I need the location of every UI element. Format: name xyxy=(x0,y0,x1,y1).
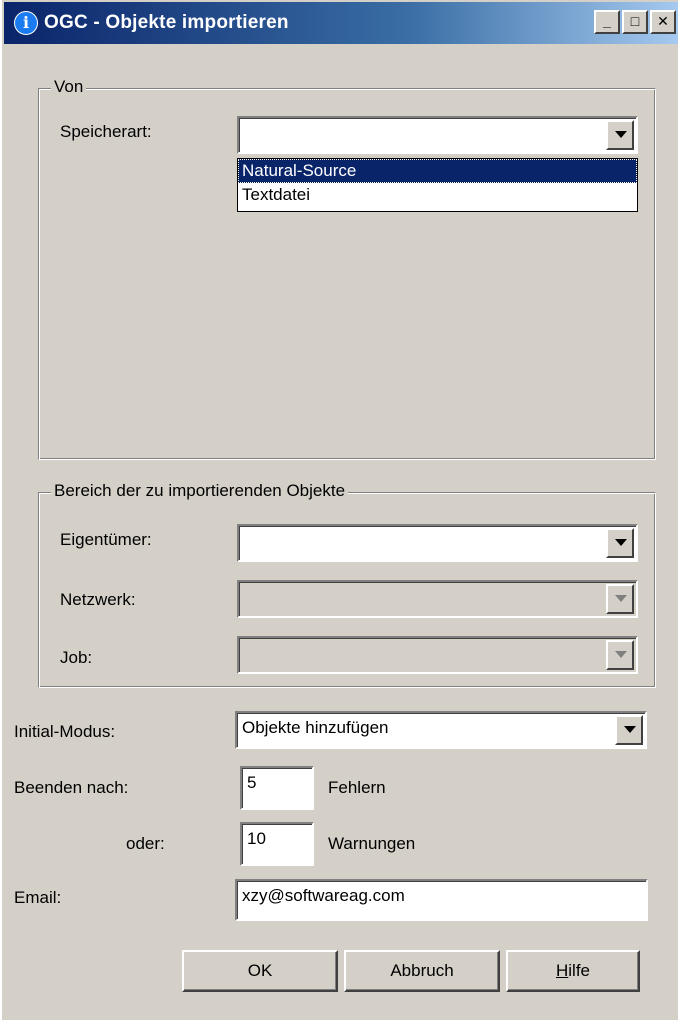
ok-button[interactable]: OK xyxy=(182,950,338,992)
initial-modus-combo[interactable]: Objekte hinzufügen xyxy=(235,711,647,749)
netzwerk-combo xyxy=(237,580,638,618)
bereich-legend: Bereich der zu importierenden Objekte xyxy=(51,481,349,501)
close-button[interactable]: ✕ xyxy=(650,10,676,34)
maximize-button[interactable]: □ xyxy=(622,10,648,34)
speicherart-label: Speicherart: xyxy=(60,122,152,141)
chevron-down-icon xyxy=(624,726,636,733)
warnungen-count-input[interactable]: 10 xyxy=(240,822,314,866)
initial-modus-value: Objekte hinzufügen xyxy=(242,718,389,737)
import-dialog: i OGC - Objekte importieren _ □ ✕ Von Sp… xyxy=(0,0,678,1020)
netzwerk-label: Netzwerk: xyxy=(60,590,136,609)
fehler-label: Fehlern xyxy=(328,778,386,797)
speicherart-dropdown-button[interactable] xyxy=(606,120,634,150)
chevron-down-icon xyxy=(615,131,627,138)
abbruch-button[interactable]: Abbruch xyxy=(344,950,500,992)
email-field[interactable]: xzy@softwareag.com xyxy=(235,879,648,921)
info-icon: i xyxy=(14,11,38,35)
window-title: OGC - Objekte importieren xyxy=(44,12,289,33)
initial-modus-dropdown-button[interactable] xyxy=(615,715,643,745)
initial-modus-label: Initial-Modus: xyxy=(14,722,116,741)
beenden-label: Beenden nach: xyxy=(14,778,129,797)
chevron-down-icon xyxy=(615,539,627,546)
eigentuemer-dropdown-button[interactable] xyxy=(606,528,634,558)
hilfe-mnemonic: H xyxy=(555,961,569,980)
fehler-count-input[interactable]: 5 xyxy=(240,766,314,810)
title-bar[interactable]: i OGC - Objekte importieren _ □ ✕ xyxy=(4,2,678,44)
speicherart-combo[interactable] xyxy=(237,116,638,154)
chevron-down-icon xyxy=(615,595,627,602)
job-dropdown-button xyxy=(606,640,634,670)
netzwerk-dropdown-button xyxy=(606,584,634,614)
warnungen-label: Warnungen xyxy=(328,834,416,853)
eigentuemer-combo[interactable] xyxy=(237,524,638,562)
hilfe-button[interactable]: Hilfe xyxy=(506,950,640,992)
job-combo xyxy=(237,636,638,674)
eigentuemer-label: Eigentümer: xyxy=(60,530,152,549)
chevron-down-icon xyxy=(615,651,627,658)
job-label: Job: xyxy=(60,648,93,667)
list-item-natural-source[interactable]: Natural-Source xyxy=(238,159,637,183)
minimize-button[interactable]: _ xyxy=(594,10,620,34)
speicherart-dropdown-list[interactable]: Natural-Source Textdatei xyxy=(237,158,638,212)
von-legend: Von xyxy=(51,77,87,97)
email-label: Email: xyxy=(14,888,62,907)
hilfe-label-rest: ilfe xyxy=(568,961,590,980)
list-item-textdatei[interactable]: Textdatei xyxy=(238,183,637,207)
oder-label: oder: xyxy=(126,834,165,853)
